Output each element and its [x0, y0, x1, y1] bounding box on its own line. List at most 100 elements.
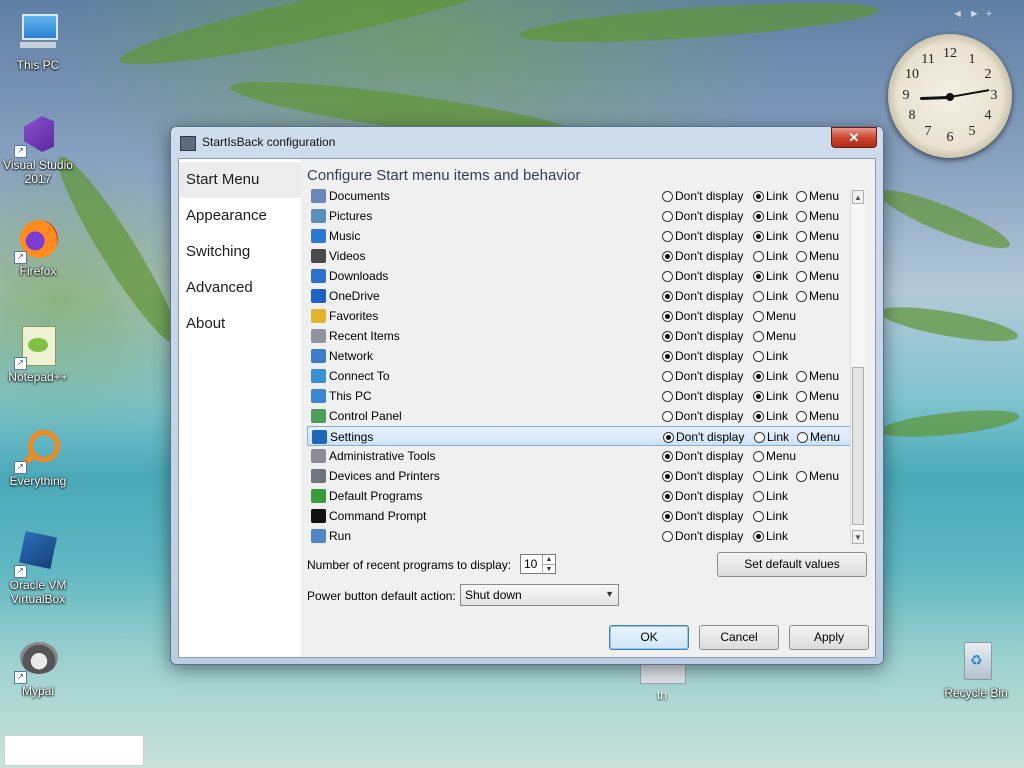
radio-dont[interactable]: Don't display: [662, 409, 743, 423]
radio-button-icon[interactable]: [662, 391, 673, 402]
desktop-icon-everything[interactable]: ↗ Everything: [0, 428, 76, 488]
clock-gadget[interactable]: 12 1 2 3 4 5 6 7 8 9 10 11: [888, 34, 1012, 158]
radio-link[interactable]: Link: [754, 430, 789, 444]
radio-button-icon[interactable]: [662, 331, 673, 342]
vertical-scrollbar[interactable]: ▲ ▼: [850, 189, 865, 545]
radio-button-icon[interactable]: [796, 251, 807, 262]
radio-button-icon[interactable]: [753, 371, 764, 382]
radio-menu[interactable]: Menu: [796, 269, 839, 283]
radio-button-icon[interactable]: [753, 271, 764, 282]
start-item-row[interactable]: Recent Items Don't display Menu: [307, 326, 853, 346]
radio-dont[interactable]: Don't display: [662, 389, 743, 403]
rename-textbox[interactable]: [4, 735, 144, 766]
scroll-up-icon[interactable]: ▲: [852, 190, 864, 204]
radio-menu[interactable]: Menu: [796, 469, 839, 483]
radio-menu[interactable]: Menu: [796, 389, 839, 403]
gadget-prev-icon[interactable]: ◄: [952, 8, 969, 20]
radio-button-icon[interactable]: [796, 211, 807, 222]
start-item-row[interactable]: Administrative Tools Don't display Menu: [307, 446, 853, 466]
radio-button-icon[interactable]: [753, 191, 764, 202]
radio-menu[interactable]: Menu: [796, 369, 839, 383]
radio-link[interactable]: Link: [753, 489, 788, 503]
radio-dont[interactable]: Don't display: [662, 469, 743, 483]
radio-link[interactable]: Link: [753, 289, 788, 303]
power-action-dropdown[interactable]: Shut down ▼: [460, 584, 619, 606]
start-item-row[interactable]: Downloads Don't display Link Menu: [307, 266, 853, 286]
radio-button-icon[interactable]: [753, 511, 764, 522]
radio-button-icon[interactable]: [662, 191, 673, 202]
radio-button-icon[interactable]: [753, 411, 764, 422]
cancel-button[interactable]: Cancel: [699, 625, 779, 650]
start-item-row[interactable]: Default Programs Don't display Link: [307, 486, 853, 506]
radio-button-icon[interactable]: [662, 491, 673, 502]
radio-button-icon[interactable]: [796, 391, 807, 402]
radio-button-icon[interactable]: [753, 331, 764, 342]
radio-dont[interactable]: Don't display: [662, 449, 743, 463]
radio-dont[interactable]: Don't display: [662, 269, 743, 283]
start-item-row[interactable]: Network Don't display Link: [307, 346, 853, 366]
radio-button-icon[interactable]: [753, 451, 764, 462]
desktop-icon-notepadpp[interactable]: ↗ Notepad++: [0, 324, 76, 384]
radio-dont[interactable]: Don't display: [662, 509, 743, 523]
radio-button-icon[interactable]: [796, 271, 807, 282]
close-button[interactable]: ✕: [831, 127, 877, 148]
recent-programs-spinner[interactable]: 10 ▲ ▼: [520, 554, 556, 574]
radio-dont[interactable]: Don't display: [663, 430, 744, 444]
radio-link[interactable]: Link: [753, 209, 788, 223]
start-item-row[interactable]: Control Panel Don't display Link Menu: [307, 406, 853, 426]
radio-button-icon[interactable]: [796, 231, 807, 242]
radio-button-icon[interactable]: [753, 311, 764, 322]
title-bar[interactable]: StartIsBack configuration ✕: [171, 127, 883, 157]
start-item-row[interactable]: Run Don't display Link: [307, 526, 853, 546]
radio-button-icon[interactable]: [662, 211, 673, 222]
radio-link[interactable]: Link: [753, 469, 788, 483]
start-item-row[interactable]: OneDrive Don't display Link Menu: [307, 286, 853, 306]
radio-button-icon[interactable]: [753, 291, 764, 302]
radio-button-icon[interactable]: [753, 471, 764, 482]
radio-dont[interactable]: Don't display: [662, 229, 743, 243]
radio-menu[interactable]: Menu: [796, 289, 839, 303]
radio-button-icon[interactable]: [662, 351, 673, 362]
start-item-row[interactable]: Connect To Don't display Link Menu: [307, 366, 853, 386]
radio-dont[interactable]: Don't display: [662, 329, 743, 343]
start-item-row[interactable]: Pictures Don't display Link Menu: [307, 206, 853, 226]
ok-button[interactable]: OK: [609, 625, 689, 650]
desktop-icon-virtualbox[interactable]: ↗ Oracle VM VirtualBox: [0, 531, 76, 606]
radio-button-icon[interactable]: [753, 211, 764, 222]
recent-programs-value[interactable]: 10: [524, 557, 537, 571]
radio-menu[interactable]: Menu: [796, 409, 839, 423]
start-item-row[interactable]: Settings Don't display Link Menu: [307, 426, 853, 446]
radio-dont[interactable]: Don't display: [662, 369, 743, 383]
desktop-icon-mypal[interactable]: ↗ Mypal: [0, 638, 76, 698]
radio-menu[interactable]: Menu: [797, 430, 840, 444]
radio-dont[interactable]: Don't display: [662, 309, 743, 323]
start-item-row[interactable]: Videos Don't display Link Menu: [307, 246, 853, 266]
radio-link[interactable]: Link: [753, 229, 788, 243]
radio-button-icon[interactable]: [663, 432, 674, 443]
radio-button-icon[interactable]: [754, 432, 765, 443]
nav-item-start-menu[interactable]: Start Menu: [179, 162, 301, 198]
radio-dont[interactable]: Don't display: [662, 249, 743, 263]
radio-button-icon[interactable]: [796, 411, 807, 422]
radio-dont[interactable]: Don't display: [662, 289, 743, 303]
radio-button-icon[interactable]: [662, 311, 673, 322]
start-item-row[interactable]: This PC Don't display Link Menu: [307, 386, 853, 406]
radio-dont[interactable]: Don't display: [662, 489, 743, 503]
radio-button-icon[interactable]: [662, 291, 673, 302]
radio-button-icon[interactable]: [662, 531, 673, 542]
nav-item-about[interactable]: About: [179, 306, 301, 342]
radio-link[interactable]: Link: [753, 249, 788, 263]
set-default-values-button[interactable]: Set default values: [717, 552, 867, 577]
radio-button-icon[interactable]: [753, 351, 764, 362]
desktop-icon-recycle-bin[interactable]: ♻ Recycle Bin: [936, 640, 1016, 700]
gadget-next-icon[interactable]: ►: [969, 8, 986, 20]
scroll-thumb[interactable]: [852, 367, 864, 525]
radio-button-icon[interactable]: [797, 432, 808, 443]
radio-button-icon[interactable]: [662, 251, 673, 262]
radio-button-icon[interactable]: [662, 451, 673, 462]
radio-link[interactable]: Link: [753, 269, 788, 283]
radio-button-icon[interactable]: [753, 231, 764, 242]
scroll-down-icon[interactable]: ▼: [852, 530, 864, 544]
radio-link[interactable]: Link: [753, 509, 788, 523]
radio-button-icon[interactable]: [796, 191, 807, 202]
